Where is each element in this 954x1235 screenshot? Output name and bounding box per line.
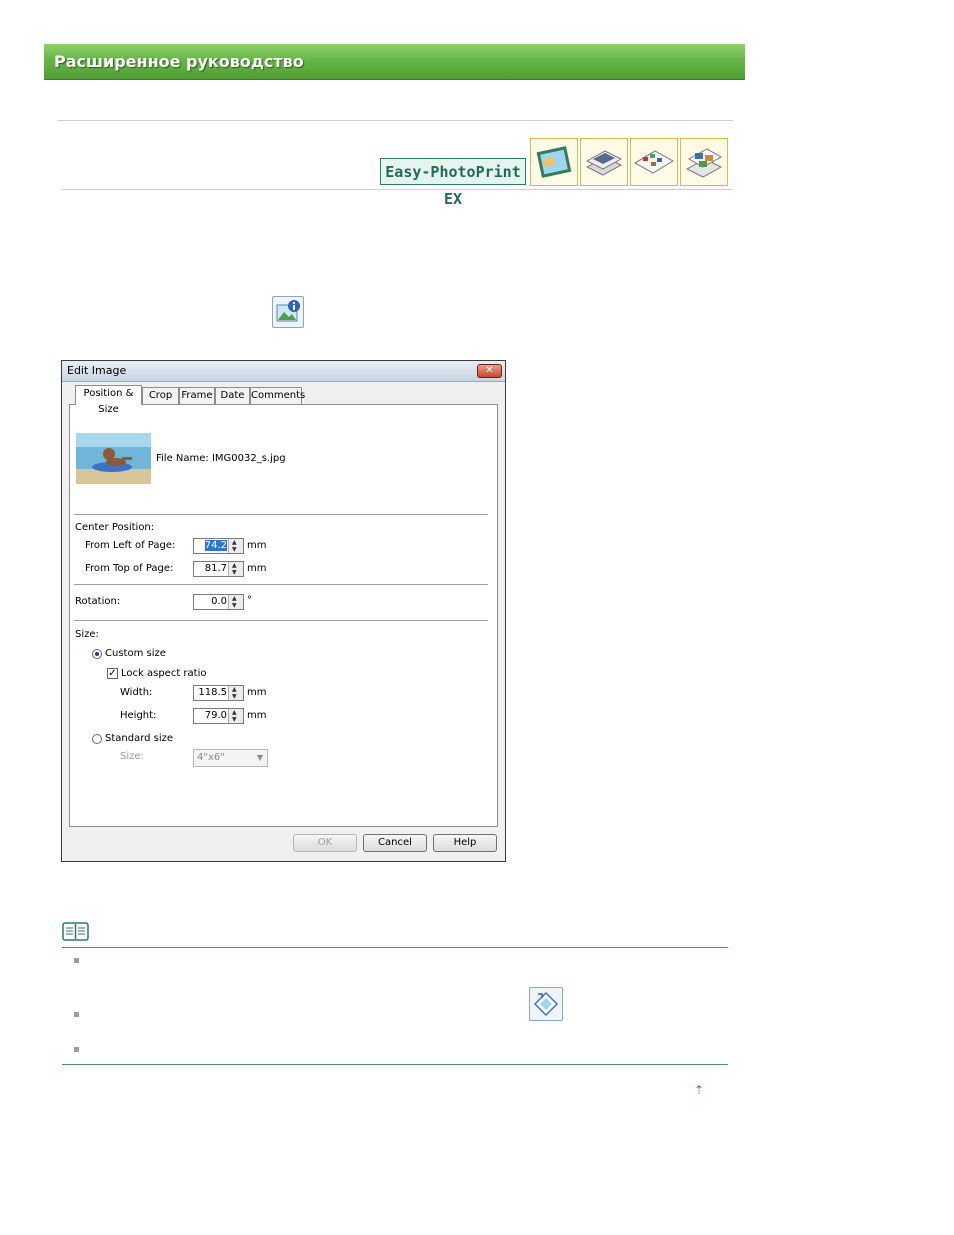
unit-label: mm bbox=[247, 563, 267, 574]
size-heading: Size: bbox=[75, 629, 99, 640]
tab-date[interactable]: Date bbox=[215, 387, 250, 404]
from-top-label: From Top of Page: bbox=[85, 563, 174, 574]
edit-image-dialog: Edit Image ✕ Position & Size Crop Frame … bbox=[61, 360, 506, 862]
header-banner: Расширенное руководство bbox=[44, 44, 745, 80]
spinner-arrows[interactable]: ▲ ▼ bbox=[228, 539, 243, 553]
separator bbox=[74, 584, 488, 586]
separator bbox=[74, 514, 488, 516]
lock-aspect-label[interactable]: Lock aspect ratio bbox=[121, 668, 206, 679]
tab-crop[interactable]: Crop bbox=[142, 387, 179, 404]
unit-label: mm bbox=[247, 540, 267, 551]
rotation-spinner[interactable]: 0.0 ▲ ▼ bbox=[193, 594, 244, 610]
product-label: Easy-PhotoPrint EX bbox=[380, 158, 526, 208]
rotation-value[interactable]: 0.0 bbox=[211, 596, 227, 607]
tab-comments[interactable]: Comments bbox=[250, 387, 305, 404]
sticker-layout-icon[interactable] bbox=[680, 138, 728, 186]
tab-panel: File Name: IMG0032_s.jpg Center Position… bbox=[69, 404, 498, 827]
note-divider-bottom bbox=[62, 1064, 728, 1065]
spinner-arrows[interactable]: ▲ ▼ bbox=[228, 595, 243, 609]
help-button[interactable]: Help bbox=[433, 834, 497, 852]
unit-label: mm bbox=[247, 710, 267, 721]
height-label: Height: bbox=[120, 710, 157, 721]
back-to-top-icon[interactable]: ⇡ bbox=[694, 1083, 704, 1097]
center-position-heading: Center Position: bbox=[75, 522, 155, 533]
rotation-label: Rotation: bbox=[75, 596, 121, 607]
note-bullet bbox=[74, 958, 79, 963]
standard-size-select[interactable]: 4"x6" ▼ bbox=[193, 749, 268, 767]
width-spinner[interactable]: 118.5 ▲ ▼ bbox=[193, 685, 244, 701]
height-spinner[interactable]: 79.0 ▲ ▼ bbox=[193, 708, 244, 724]
custom-size-radio[interactable] bbox=[92, 649, 102, 659]
standard-size-label[interactable]: Standard size bbox=[105, 733, 173, 744]
book-icon bbox=[62, 922, 89, 941]
tab-frame[interactable]: Frame bbox=[179, 387, 215, 404]
tab-position-size[interactable]: Position & Size bbox=[75, 385, 142, 415]
width-label: Width: bbox=[120, 687, 153, 698]
lock-aspect-checkbox[interactable]: ✓ bbox=[107, 668, 118, 679]
header-title: Расширенное руководство bbox=[54, 52, 304, 71]
degree-unit-label: ° bbox=[247, 595, 252, 606]
note-divider-top bbox=[62, 947, 728, 948]
edit-frame-icon[interactable] bbox=[529, 987, 563, 1021]
height-value[interactable]: 79.0 bbox=[205, 710, 227, 721]
divider-header-bottom bbox=[62, 189, 733, 190]
width-value[interactable]: 118.5 bbox=[198, 687, 227, 698]
image-info-icon[interactable] bbox=[272, 296, 304, 328]
standard-size-value: 4"x6" bbox=[197, 752, 225, 763]
spinner-arrows[interactable]: ▲ ▼ bbox=[228, 709, 243, 723]
close-button[interactable]: ✕ bbox=[477, 364, 502, 378]
note-bullet bbox=[74, 1012, 79, 1017]
divider-top bbox=[57, 120, 733, 121]
standard-size-select-label: Size: bbox=[120, 751, 144, 762]
cancel-button[interactable]: Cancel bbox=[363, 834, 427, 852]
spinner-arrows[interactable]: ▲ ▼ bbox=[228, 686, 243, 700]
calendar-layout-icon[interactable] bbox=[630, 138, 678, 186]
unit-label: mm bbox=[247, 687, 267, 698]
from-top-spinner[interactable]: 81.7 ▲ ▼ bbox=[193, 561, 244, 577]
ok-button[interactable]: OK bbox=[293, 834, 357, 852]
chevron-down-icon[interactable]: ▼ bbox=[257, 753, 263, 762]
dialog-title: Edit Image bbox=[67, 364, 127, 377]
album-icon[interactable] bbox=[530, 138, 578, 186]
file-name-label: File Name: IMG0032_s.jpg bbox=[156, 453, 286, 464]
dialog-titlebar[interactable]: Edit Image ✕ bbox=[62, 361, 505, 382]
image-preview bbox=[76, 433, 151, 484]
from-top-value[interactable]: 81.7 bbox=[205, 563, 227, 574]
standard-size-radio[interactable] bbox=[92, 734, 102, 744]
from-left-spinner[interactable]: 74.2 ▲ ▼ bbox=[193, 538, 244, 554]
from-left-value[interactable]: 74.2 bbox=[204, 540, 227, 551]
separator bbox=[74, 620, 488, 622]
stacked-photos-icon[interactable] bbox=[580, 138, 628, 186]
custom-size-label[interactable]: Custom size bbox=[105, 648, 166, 659]
from-left-label: From Left of Page: bbox=[85, 540, 176, 551]
note-bullet bbox=[74, 1047, 79, 1052]
spinner-arrows[interactable]: ▲ ▼ bbox=[228, 562, 243, 576]
